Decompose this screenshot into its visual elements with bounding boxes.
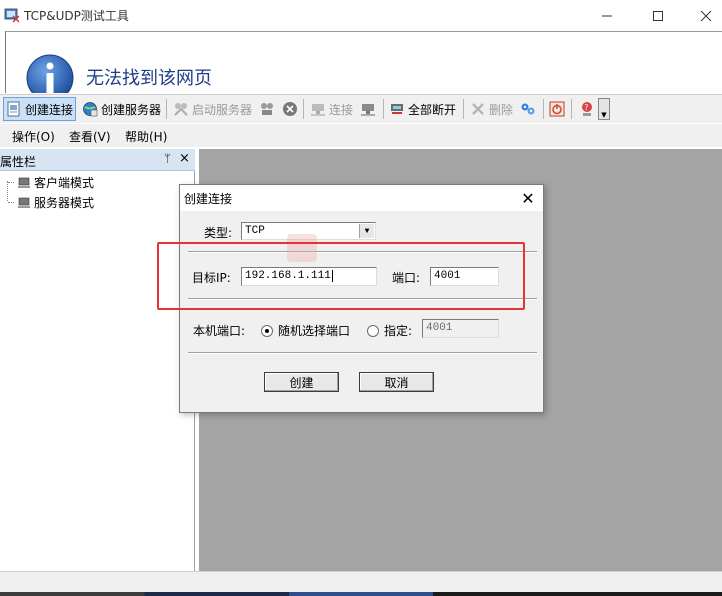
property-panel: 属性栏 ᛘ × 客户端模式 服务器模式 [0, 149, 195, 571]
close-button[interactable] [683, 0, 722, 31]
create-connection-icon [7, 101, 20, 117]
settings-button[interactable] [518, 97, 538, 121]
type-select-value: TCP [245, 225, 265, 237]
dialog-close-icon[interactable]: ✕ [518, 188, 538, 208]
disconnect-all-button[interactable]: 全部断开 [387, 97, 458, 121]
tree-branch [8, 201, 14, 203]
dialog-title-bar: 创建连接 ✕ [180, 185, 543, 211]
embedded-webpage: 无法找到该网页 [5, 31, 722, 93]
create-server-icon [83, 102, 98, 117]
start-server-icon [174, 103, 188, 116]
toolbar-separator [303, 99, 304, 119]
about-icon: ? [582, 102, 592, 116]
connect-button[interactable]: 连接 [308, 97, 355, 121]
disconnect-all-icon [391, 104, 403, 114]
random-port-radio[interactable]: 随机选择端口 [261, 322, 350, 339]
tree-branch [8, 181, 14, 183]
menu-help[interactable]: 帮助(H) [125, 128, 167, 145]
dialog-divider [188, 352, 537, 354]
stop-server-button[interactable] [257, 97, 277, 121]
taskbar-strip [0, 592, 722, 596]
disconnect-button[interactable] [358, 97, 378, 121]
menu-operation[interactable]: 操作(O) [12, 128, 55, 145]
create-connection-label: 创建连接 [25, 102, 74, 117]
computer-icon [18, 177, 30, 188]
toolbar-separator [463, 99, 464, 119]
connect-label: 连接 [329, 102, 354, 117]
about-button[interactable]: ? [577, 97, 597, 121]
disconnect-all-label: 全部断开 [408, 102, 457, 117]
start-server-button[interactable]: 启动服务器 [171, 97, 254, 121]
tree-item-label: 服务器模式 [34, 195, 95, 210]
highlight-annotation [157, 242, 525, 310]
delete-icon [472, 103, 484, 115]
tree-item-server-mode[interactable]: 服务器模式 [8, 193, 94, 211]
toolbar-separator [383, 99, 384, 119]
svg-text:?: ? [584, 103, 588, 112]
minimize-icon [602, 15, 612, 16]
power-button[interactable] [547, 97, 567, 121]
toolbar-separator [571, 99, 572, 119]
close-icon [700, 10, 712, 21]
radio-button[interactable] [367, 324, 379, 337]
specify-label: 指定: [384, 324, 413, 338]
pin-icon[interactable]: ᛘ [164, 152, 171, 165]
start-server-label: 启动服务器 [192, 102, 253, 117]
chevron-down-icon[interactable]: ▼ [359, 224, 374, 238]
cancel-button[interactable]: 取消 [359, 372, 434, 392]
delete-circle-icon [283, 102, 297, 116]
tree-item-client-mode[interactable]: 客户端模式 [8, 173, 94, 191]
create-button[interactable]: 创建 [264, 372, 339, 392]
dialog-title: 创建连接 [184, 192, 233, 206]
create-connection-button[interactable]: 创建连接 [3, 97, 77, 121]
specify-port-value: 4001 [426, 322, 453, 334]
random-port-label: 随机选择端口 [278, 324, 351, 338]
computer-icon [18, 197, 30, 208]
create-server-label: 创建服务器 [101, 102, 162, 117]
info-icon [26, 54, 74, 93]
toolbar-separator [166, 99, 167, 119]
connect-icon [311, 104, 325, 116]
minimize-button[interactable] [584, 0, 630, 31]
tree-item-label: 客户端模式 [34, 175, 95, 190]
menu-bar: 操作(O) 查看(V) 帮助(H) [0, 124, 722, 147]
window-title: TCP&UDP测试工具 [24, 9, 129, 23]
power-icon [549, 101, 565, 117]
radio-button[interactable] [261, 324, 273, 337]
menu-view[interactable]: 查看(V) [69, 128, 111, 145]
disconnect-icon [361, 104, 375, 116]
panel-close-icon[interactable]: × [179, 151, 190, 166]
delete-circle-button[interactable] [280, 97, 300, 121]
toolbar: 创建连接 创建服务器 启动服务器 连接 全部断开 删除 ? ▼ [0, 94, 722, 123]
maximize-button[interactable] [635, 0, 681, 31]
toolbar-overflow-button[interactable]: ▼ [598, 98, 610, 120]
settings-icon [521, 103, 535, 115]
panel-title: 属性栏 [0, 155, 37, 169]
title-bar: TCP&UDP测试工具 [0, 0, 722, 31]
panel-header: 属性栏 ᛘ × [0, 149, 195, 171]
maximize-icon [653, 10, 663, 21]
webpage-error-text: 无法找到该网页 [86, 68, 212, 89]
app-icon [4, 8, 20, 23]
create-server-button[interactable]: 创建服务器 [80, 97, 163, 121]
toolbar-separator [543, 99, 544, 119]
type-label: 类型: [204, 226, 233, 240]
delete-button[interactable]: 删除 [468, 97, 515, 121]
local-port-label: 本机端口: [193, 324, 246, 338]
delete-label: 删除 [489, 102, 514, 117]
specify-port-input[interactable]: 4001 [422, 319, 499, 338]
specify-port-radio[interactable]: 指定: [367, 322, 412, 339]
stop-server-icon [261, 103, 273, 115]
